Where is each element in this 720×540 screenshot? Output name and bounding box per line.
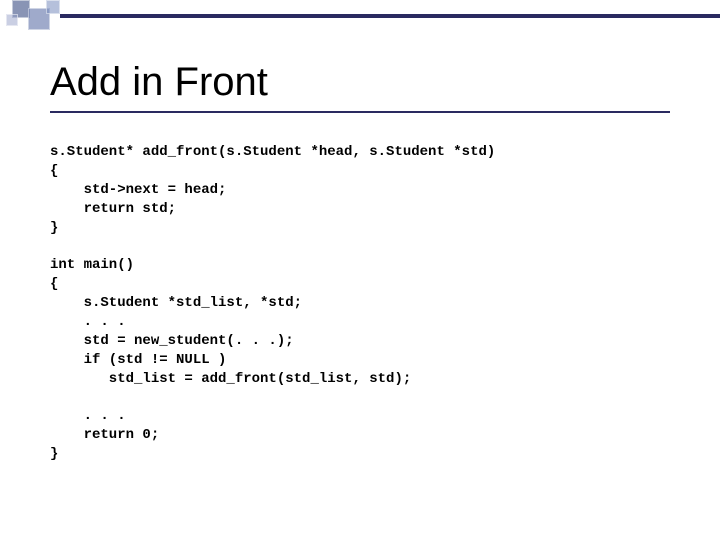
decor-bar <box>60 14 720 18</box>
decor-square <box>6 14 18 26</box>
decor-square <box>46 0 60 14</box>
slide-decor <box>0 0 720 36</box>
slide-title: Add in Front <box>50 60 670 105</box>
slide-body: Add in Front s.Student* add_front(s.Stud… <box>50 60 670 464</box>
title-rule <box>50 111 670 113</box>
code-block: s.Student* add_front(s.Student *head, s.… <box>50 143 670 464</box>
